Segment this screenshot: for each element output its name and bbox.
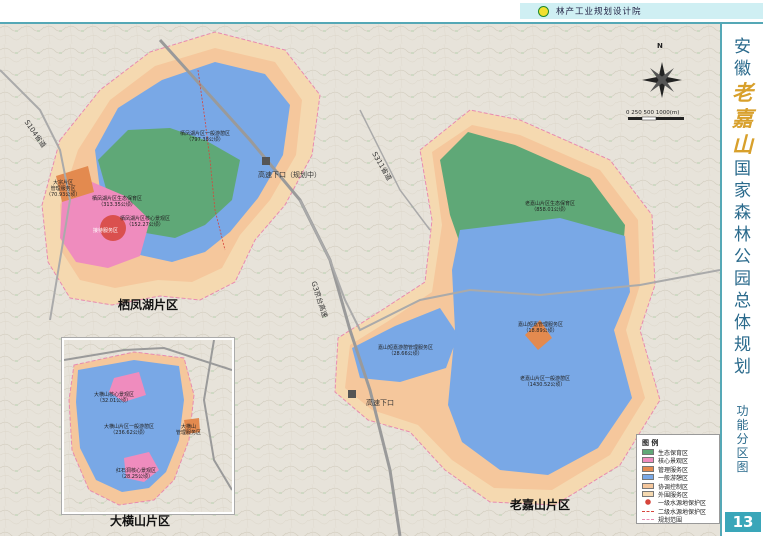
report-title-char: 徽 [734,59,751,79]
report-title: 安徽老嘉山国家森林公园总体规划 [722,36,763,378]
report-title-char: 国 [734,159,751,179]
report-title-char: 园 [734,269,751,289]
area-label-ljs-service: 嘉山短嘉管理服务区 （18.89公顷） [518,322,564,334]
legend-item: 外围服务区 [642,490,720,499]
institute-logo-icon [538,6,549,17]
map-title-char: 图 [736,460,749,474]
area-label-dhs-core2: 红石洞核心景观区 （28.25公顷） [116,468,157,480]
report-title-char: 总 [734,291,751,311]
scale-bar-label: 0 250 500 1000(m) [626,110,680,116]
legend-label: 规划范围 [658,517,683,525]
legend-swatch [642,491,654,497]
legend-swatch [642,457,654,464]
legend-swatch [642,474,654,481]
report-title-char: 划 [734,357,751,377]
legend-item: 二级水源地保护区 [642,507,720,516]
legend-item: 协调控制区 [642,482,720,491]
report-title-char: 规 [734,335,751,355]
map-title-char: 分 [736,432,749,446]
report-title-char: 森 [734,203,751,223]
interchange-marker [348,390,356,398]
report-title-char: 家 [734,181,751,201]
map-title-char: 区 [736,446,749,460]
area-label-qfh-eco: 栖凤湖片区生态保育区 （313.35公顷） [92,196,143,208]
legend-swatch [642,465,654,472]
area-label-qfh-core: 栖凤湖片区核心景观区 （152.27公顷） [120,216,171,228]
area-label-dhs-service: 大横山 管理服务区 [176,424,202,436]
north-arrow-label: N [657,42,663,50]
legend-swatch [642,519,654,521]
area-label-ljs-general: 老嘉山片区一般游憩区 （1430.52公顷） [520,376,571,388]
map-title-char: 功 [736,404,749,418]
institute-name: 林产工业规划设计院 [556,7,642,17]
report-title-char: 山 [732,132,753,157]
zone-label-qifenghu: 栖凤湖片区 [118,298,179,312]
map-title-char: 能 [736,418,749,432]
legend-item: 规划范围 [642,515,720,525]
zone-label-laojiashan: 老嘉山片区 [510,498,571,512]
interchange-marker-planned [262,157,270,165]
legend-item: 管理服务区 [642,465,720,474]
map-legend: 图 例 生态保育区 核心景观区 管理服务区 一般游憩区 协调控制区 外围服务区 一级水源地保… [636,434,720,524]
title-panel: 安徽老嘉山国家森林公园总体规划 功能分区图 13 [720,24,763,536]
header-bar: 林产工业规划设计院 [0,0,763,24]
area-label-qfh-service: 大宗片区 管理服务区 （70.93公顷） [46,180,81,198]
area-label-dhs-core: 大横山核心景观区 （32.01公顷） [94,392,135,404]
legend-swatch [642,499,654,506]
legend-title: 图 例 [642,439,659,447]
page-number: 13 [725,512,761,532]
legend-item: 一般游憩区 [642,473,720,482]
dahengshan-inset-map: 大横山核心景观区 （32.01公顷） 大横山片区一般游憩区 （236.62公顷） 大… [62,338,234,514]
road-label-planned-exit: 高速下口（规划中） [258,171,321,179]
report-title-char: 老 [732,80,753,105]
legend-swatch [642,482,654,489]
legend-item: 生态保育区 [642,448,720,457]
zone-label-dahengshan: 大横山片区 [110,514,171,528]
legend-swatch [642,510,654,512]
area-label-ljs-control: 嘉山短嘉游憩管理服务区 （28.66公顷） [378,345,434,357]
road-label-exit: 高速下口 [366,399,394,407]
legend-item: 一级水源地保护区 [642,498,720,507]
report-title-char: 体 [734,313,751,333]
legend-swatch [642,449,654,455]
area-label-dhs-general: 大横山片区一般游憩区 （236.62公顷） [104,424,155,436]
map-title: 功能分区图 [722,404,763,474]
scale-bar [628,116,684,121]
area-label-qfh-general: 栖凤湖片区一般游憩区 （797.38公顷） [180,131,231,143]
area-label-ljs-eco: 老嘉山片区生态保育区 （858.01公顷） [525,201,576,213]
report-title-char: 公 [734,247,751,267]
legend-item: 核心景观区 [642,456,720,465]
area-label-qfh-red: 接待服务区 [93,228,119,234]
report-title-char: 嘉 [732,106,753,131]
report-title-char: 林 [734,225,751,245]
report-title-char: 安 [734,37,751,57]
